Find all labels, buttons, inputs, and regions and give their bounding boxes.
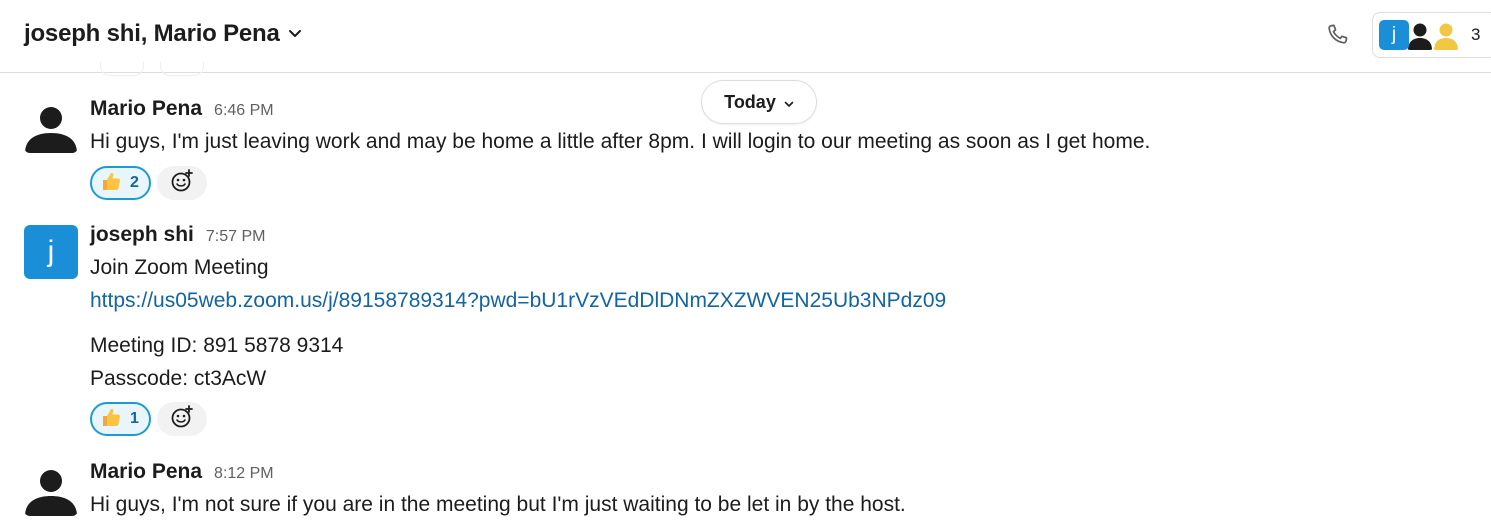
thumbs-up-icon <box>100 406 122 433</box>
avatar-initial: j <box>47 235 55 268</box>
reaction-thumbs-up[interactable]: 1 <box>90 402 151 436</box>
reactions-bar: 2 <box>90 166 207 200</box>
date-divider-button[interactable]: Today <box>701 80 817 124</box>
message-timestamp[interactable]: 8:12 PM <box>214 465 274 483</box>
message-text: Hi guys, I'm not sure if you are in the … <box>90 493 906 516</box>
add-reaction-button[interactable] <box>157 166 207 200</box>
chevron-down-icon <box>784 92 794 113</box>
message-meta: Mario Pena 6:46 PM <box>90 97 274 121</box>
conversation-header: joseph shi, Mario Pena j 3 <box>0 0 1491 73</box>
zoom-meeting-link[interactable]: https://us05web.zoom.us/j/89158789314?pw… <box>90 289 946 313</box>
start-call-button[interactable] <box>1322 22 1352 52</box>
member-avatar-other <box>1431 20 1461 50</box>
add-reaction-button[interactable] <box>157 402 207 436</box>
avatar[interactable] <box>24 462 78 516</box>
message-meta: joseph shi 7:57 PM <box>90 223 265 247</box>
member-initial: j <box>1391 24 1397 45</box>
avatar[interactable]: j <box>24 225 78 279</box>
reaction-count: 1 <box>130 410 139 427</box>
thumbs-up-icon <box>100 170 122 197</box>
person-avatar-icon <box>25 107 77 153</box>
scrolled-reaction-remnant <box>160 62 204 76</box>
conversation-title-button[interactable]: joseph shi, Mario Pena <box>24 20 302 48</box>
reactions-bar: 1 <box>90 402 207 436</box>
members-count: 3 <box>1471 25 1481 44</box>
person-avatar-icon <box>1434 23 1458 50</box>
conversation-title: joseph shi, Mario Pena <box>24 20 280 47</box>
message-text: Passcode: ct3AcW <box>90 367 267 390</box>
member-avatar-mario <box>1405 20 1435 50</box>
message-author[interactable]: Mario Pena <box>90 97 202 121</box>
members-button[interactable]: j 3 <box>1372 12 1491 58</box>
phone-icon <box>1324 22 1350 53</box>
message-author[interactable]: Mario Pena <box>90 460 202 484</box>
member-avatar-joseph: j <box>1379 20 1409 50</box>
message-timestamp[interactable]: 7:57 PM <box>206 228 266 246</box>
add-emoji-icon <box>169 404 195 435</box>
chevron-down-icon <box>288 26 302 44</box>
add-emoji-icon <box>169 168 195 199</box>
message-text: Join Zoom Meeting <box>90 256 269 279</box>
person-avatar-icon <box>1408 23 1432 50</box>
reaction-thumbs-up[interactable]: 2 <box>90 166 151 200</box>
reaction-count: 2 <box>130 174 139 191</box>
avatar[interactable] <box>24 99 78 153</box>
person-avatar-icon <box>25 470 77 516</box>
message-text: Meeting ID: 891 5878 9314 <box>90 334 344 357</box>
message-text: Hi guys, I'm just leaving work and may b… <box>90 130 1151 153</box>
message-timestamp[interactable]: 6:46 PM <box>214 102 274 120</box>
scrolled-reaction-remnant <box>100 62 144 76</box>
message-author[interactable]: joseph shi <box>90 223 194 247</box>
date-divider-label: Today <box>724 91 776 112</box>
message-meta: Mario Pena 8:12 PM <box>90 460 274 484</box>
